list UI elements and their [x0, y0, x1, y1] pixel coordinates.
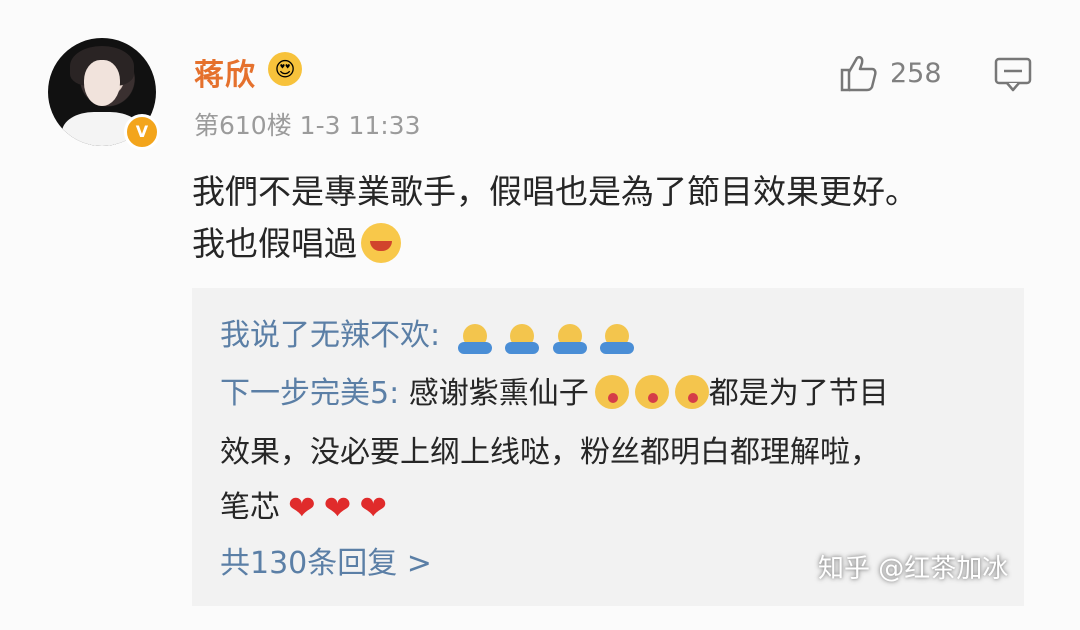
weibo-comment-card: V 蒋欣 😍 第610楼 1-3 11:33 258 我們不是專業歌手，假唱也是…: [0, 0, 1080, 630]
avatar-face: [84, 60, 120, 106]
comment-line-2: 我也假唱過: [192, 218, 1032, 270]
pray-emoji-icon: [457, 324, 492, 354]
reply-item-2-header[interactable]: 下一步完美5: 感谢紫熏仙子 都是为了节目: [220, 368, 889, 412]
reply-2-text-d: 笔芯: [220, 490, 280, 525]
post-time: 1-3 11:33: [299, 111, 421, 140]
pray-emoji-group: [505, 322, 540, 354]
reply-author-1[interactable]: 我说了无辣不欢:: [220, 318, 440, 353]
reply-item-2-line-2: 效果，没必要上纲上线哒，粉丝都明白都理解啦，: [220, 427, 880, 471]
reply-item-1[interactable]: 我说了无辣不欢:: [220, 310, 635, 354]
comment-line-2-text: 我也假唱過: [192, 224, 357, 263]
reply-item-2-line-3: 笔芯 ❤ ❤ ❤: [220, 482, 387, 527]
pray-emoji-icon: [552, 324, 587, 354]
heart-icon: ❤: [323, 488, 352, 527]
comment-line-1: 我們不是專業歌手，假唱也是為了節目效果更好。: [192, 172, 918, 211]
pray-emoji-group: [600, 322, 635, 354]
reply-2-text-b: 都是为了节目: [708, 376, 889, 411]
like-count: 258: [890, 57, 942, 89]
heart-eyes-emoji-icon: 😍: [268, 52, 302, 86]
heart-icon: ❤: [288, 488, 316, 527]
more-replies-link[interactable]: 共130条回复 >: [220, 538, 432, 582]
pray-emoji-group: [457, 322, 492, 354]
kiss-emoji-icon: [634, 375, 669, 409]
reply-author-2[interactable]: 下一步完美5:: [220, 376, 399, 411]
verified-badge-icon: V: [124, 114, 160, 150]
laugh-emoji-icon: [361, 223, 401, 263]
heart-icon: ❤: [359, 488, 387, 527]
reply-2-text-c: 效果，没必要上纲上线哒，粉丝都明白都理解啦，: [220, 435, 880, 470]
pray-emoji-icon: [505, 324, 540, 354]
comment-icon[interactable]: [994, 56, 1032, 92]
thumbs-up-icon: [840, 55, 877, 92]
pray-emoji-icon: [600, 324, 635, 354]
kiss-emoji-icon: [674, 375, 709, 409]
kiss-emoji-icon: [594, 375, 629, 409]
post-meta: 第610楼 1-3 11:33: [194, 106, 421, 142]
like-button[interactable]: 258: [838, 54, 942, 92]
reply-2-text-a: 感谢紫熏仙子: [408, 376, 589, 411]
pray-emoji-group: [552, 322, 587, 354]
watermark: 知乎 @红茶加冰: [818, 554, 1009, 584]
floor-number: 第610楼: [194, 111, 292, 140]
username[interactable]: 蒋欣: [194, 50, 256, 94]
comment-content: 我們不是專業歌手，假唱也是為了節目效果更好。 我也假唱過: [192, 166, 1032, 270]
